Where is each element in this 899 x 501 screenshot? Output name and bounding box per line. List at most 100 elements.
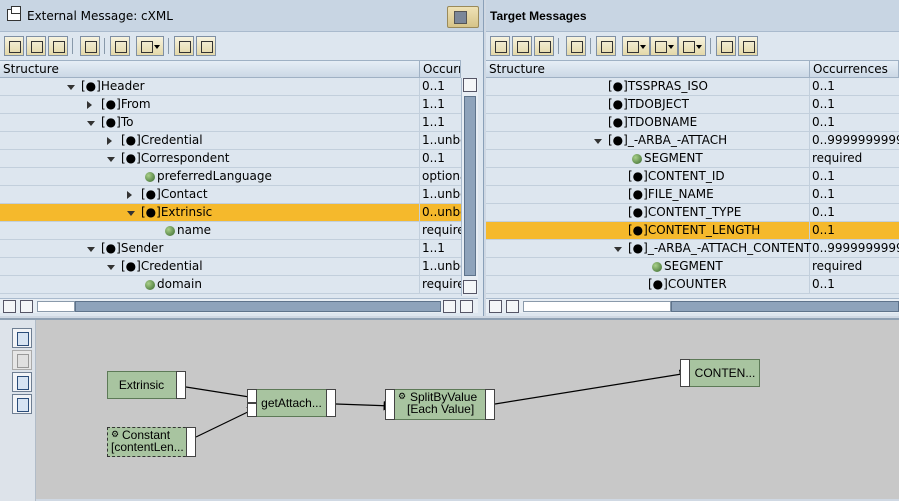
tree-row[interactable]: SEGMENT required xyxy=(486,258,899,276)
structure-cell[interactable]: [●]Credential xyxy=(0,258,420,276)
column-occurrences[interactable]: Occurre xyxy=(420,61,461,78)
source-icon[interactable] xyxy=(534,36,554,56)
tree-row[interactable]: [●]Extrinsic 0..unbo xyxy=(0,204,461,222)
input-port[interactable] xyxy=(680,359,690,387)
structure-cell[interactable]: domain xyxy=(0,276,420,294)
structure-cell[interactable]: SEGMENT xyxy=(486,258,810,276)
tree-row[interactable]: SEGMENT required xyxy=(486,150,899,168)
tree-row[interactable]: [●]TSSPRAS_ISO 0..1 xyxy=(486,78,899,96)
output-port[interactable] xyxy=(326,389,336,417)
scroll-right-button[interactable] xyxy=(460,300,473,313)
tree-row[interactable]: [●]Sender 1..1 xyxy=(0,240,461,258)
tree-row[interactable]: name require xyxy=(0,222,461,240)
filter-dropdown-icon[interactable] xyxy=(622,36,650,56)
constant-function-node[interactable]: ⚙ Constant [contentLen... xyxy=(107,427,196,457)
expanded-triangle-icon[interactable] xyxy=(107,265,115,270)
mark-icon[interactable] xyxy=(80,36,100,56)
scroll-thumb[interactable] xyxy=(671,301,899,312)
tree-row[interactable]: [●]Contact 1..unbo xyxy=(0,186,461,204)
filter-dropdown-icon[interactable] xyxy=(136,36,164,56)
print-icon[interactable] xyxy=(196,36,216,56)
collapsed-triangle-icon[interactable] xyxy=(107,137,112,145)
expanded-triangle-icon[interactable] xyxy=(67,85,75,90)
structure-cell[interactable]: [●]_-ARBA_-ATTACH xyxy=(486,132,810,150)
tree-row[interactable]: [●]CONTENT_TYPE 0..1 xyxy=(486,204,899,222)
layout-dropdown-icon[interactable] xyxy=(678,36,706,56)
structure-cell[interactable]: [●]Correspondent xyxy=(0,150,420,168)
table-view-icon[interactable] xyxy=(512,36,532,56)
tree-row[interactable]: [●]TDOBNAME 0..1 xyxy=(486,114,899,132)
print-icon[interactable] xyxy=(738,36,758,56)
expanded-triangle-icon[interactable] xyxy=(594,139,602,144)
column-occurrences[interactable]: Occurrences xyxy=(810,61,899,78)
structure-cell[interactable]: [●]Header xyxy=(0,78,420,96)
table-view-icon[interactable] xyxy=(26,36,46,56)
mapping-editor-canvas[interactable]: Extrinsic ⚙ Constant [contentLen... getA… xyxy=(0,318,899,501)
output-port[interactable] xyxy=(176,371,186,399)
output-port[interactable] xyxy=(485,389,495,420)
tree-view-icon[interactable] xyxy=(4,36,24,56)
structure-cell[interactable]: [●]From xyxy=(0,96,420,114)
mark-icon[interactable] xyxy=(566,36,586,56)
tree-row[interactable]: [●]COUNTER 0..1 xyxy=(486,276,899,294)
attribute-icon[interactable] xyxy=(110,36,130,56)
splitbyvalue-function-node[interactable]: ⚙ SplitByValue [Each Value] xyxy=(385,389,495,420)
scroll-track[interactable] xyxy=(523,301,671,312)
structure-cell[interactable]: [●]Contact xyxy=(0,186,420,204)
source-vertical-scrollbar[interactable] xyxy=(461,78,478,296)
scroll-left-button[interactable] xyxy=(3,300,16,313)
tree-row[interactable]: [●]Credential 1..unbo xyxy=(0,132,461,150)
column-structure[interactable]: Structure xyxy=(0,61,420,78)
source-icon[interactable] xyxy=(48,36,68,56)
structure-cell[interactable]: [●]Credential xyxy=(0,132,420,150)
tree-row[interactable]: [●]CONTENT_ID 0..1 xyxy=(486,168,899,186)
input-port[interactable] xyxy=(385,389,395,420)
tree-row[interactable]: [●]_-ARBA_-ATTACH 0..9999999999 xyxy=(486,132,899,150)
expanded-triangle-icon[interactable] xyxy=(87,121,95,126)
tree-row[interactable]: [●]CONTENT_LENGTH 0..1 xyxy=(486,222,899,240)
output-port[interactable] xyxy=(186,427,196,457)
structure-cell[interactable]: [●]TDOBNAME xyxy=(486,114,810,132)
tree-row[interactable]: [●]TDOBJECT 0..1 xyxy=(486,96,899,114)
tree-row[interactable]: [●]From 1..1 xyxy=(0,96,461,114)
scroll-left-button[interactable] xyxy=(443,300,456,313)
source-horizontal-scrollbar[interactable] xyxy=(0,298,478,313)
structure-cell[interactable]: [●]COUNTER xyxy=(486,276,810,294)
input-port[interactable] xyxy=(247,389,257,403)
tree-row[interactable]: [●]Header 0..1 xyxy=(0,78,461,96)
binoculars-icon[interactable] xyxy=(716,36,736,56)
structure-cell[interactable]: [●]TDOBJECT xyxy=(486,96,810,114)
attribute-icon[interactable] xyxy=(596,36,616,56)
scroll-right-button[interactable] xyxy=(20,300,33,313)
tree-row[interactable]: [●]_-ARBA_-ATTACH_CONTENT 0..9999999999 xyxy=(486,240,899,258)
tree-row[interactable]: [●]Correspondent 0..1 xyxy=(0,150,461,168)
expanded-triangle-icon[interactable] xyxy=(107,157,115,162)
structure-cell[interactable]: SEGMENT xyxy=(486,150,810,168)
structure-cell[interactable]: name xyxy=(0,222,420,240)
scroll-left-button[interactable] xyxy=(489,300,502,313)
binoculars-icon[interactable] xyxy=(174,36,194,56)
structure-cell[interactable]: [●]Sender xyxy=(0,240,420,258)
structure-cell[interactable]: [●]To xyxy=(0,114,420,132)
input-port[interactable] xyxy=(247,403,257,417)
tree-row[interactable]: [●]To 1..1 xyxy=(0,114,461,132)
collapsed-triangle-icon[interactable] xyxy=(87,101,92,109)
window-menu-button[interactable] xyxy=(447,6,479,28)
getattach-function-node[interactable]: getAttach... xyxy=(247,389,336,417)
target-node-content-length[interactable]: CONTEN... xyxy=(680,359,760,387)
scroll-right-button[interactable] xyxy=(506,300,519,313)
tree-row[interactable]: [●]Credential 1..unbo xyxy=(0,258,461,276)
structure-cell[interactable]: [●]CONTENT_ID xyxy=(486,168,810,186)
column-structure[interactable]: Structure xyxy=(486,61,810,78)
scroll-thumb[interactable] xyxy=(464,96,476,276)
tree-row[interactable]: domain require xyxy=(0,276,461,294)
expanded-triangle-icon[interactable] xyxy=(87,247,95,252)
tree-row[interactable]: preferredLanguage optiona xyxy=(0,168,461,186)
tree-row[interactable]: [●]FILE_NAME 0..1 xyxy=(486,186,899,204)
structure-cell[interactable]: [●]CONTENT_TYPE xyxy=(486,204,810,222)
source-node-extrinsic[interactable]: Extrinsic xyxy=(107,371,186,399)
expanded-triangle-icon[interactable] xyxy=(127,211,135,216)
structure-cell[interactable]: [●]TSSPRAS_ISO xyxy=(486,78,810,96)
tree-view-icon[interactable] xyxy=(490,36,510,56)
structure-cell[interactable]: preferredLanguage xyxy=(0,168,420,186)
